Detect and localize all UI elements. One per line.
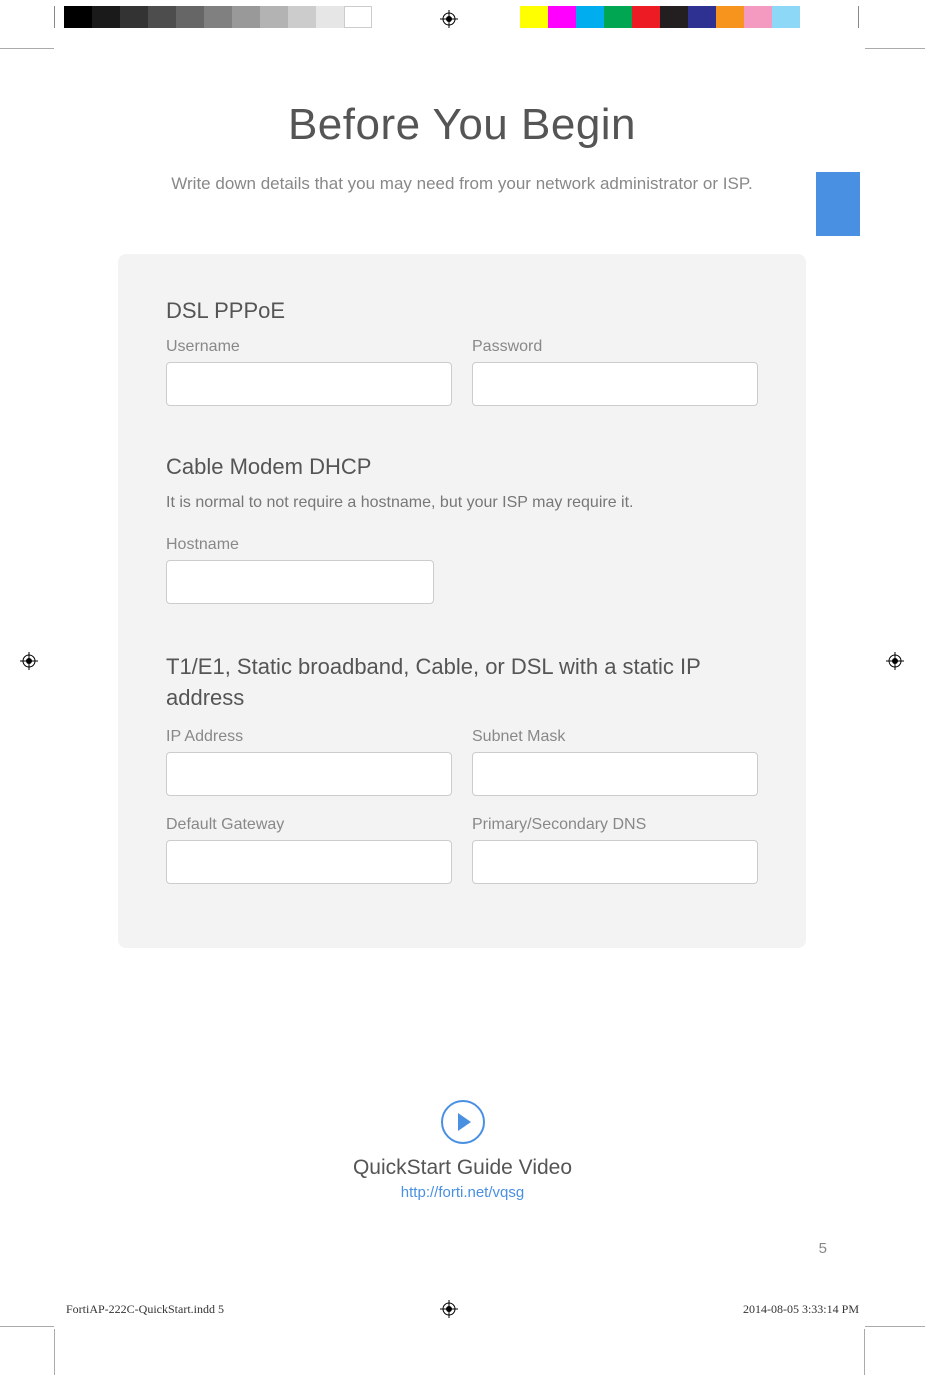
crop-line xyxy=(864,1329,865,1375)
section-heading-dhcp: Cable Modem DHCP xyxy=(166,454,758,480)
crop-line xyxy=(865,1326,925,1327)
registration-mark-icon xyxy=(440,10,458,28)
subnet-mask-field[interactable] xyxy=(472,752,758,796)
video-link[interactable]: http://forti.net/vqsg xyxy=(401,1184,524,1201)
username-field[interactable] xyxy=(166,362,452,406)
form-card: DSL PPPoE Username Password Cable Modem … xyxy=(118,254,806,948)
default-gateway-label: Default Gateway xyxy=(166,816,452,834)
crop-line xyxy=(54,1329,55,1375)
registration-mark-icon xyxy=(20,652,38,670)
page-number: 5 xyxy=(819,1240,827,1257)
username-label: Username xyxy=(166,338,452,356)
page-subtitle: Write down details that you may need fro… xyxy=(118,174,806,194)
crop-tick xyxy=(54,6,55,28)
printer-color-bar xyxy=(0,6,925,28)
subnet-mask-label: Subnet Mask xyxy=(472,728,758,746)
section-heading-static: T1/E1, Static broadband, Cable, or DSL w… xyxy=(166,652,758,714)
ip-address-label: IP Address xyxy=(166,728,452,746)
footer-slug: FortiAP-222C-QuickStart.indd 5 xyxy=(66,1302,224,1317)
registration-mark-icon xyxy=(886,652,904,670)
hostname-label: Hostname xyxy=(166,536,434,554)
dns-label: Primary/Secondary DNS xyxy=(472,816,758,834)
registration-mark-icon xyxy=(440,1300,458,1318)
password-field[interactable] xyxy=(472,362,758,406)
dns-field[interactable] xyxy=(472,840,758,884)
section-heading-dsl: DSL PPPoE xyxy=(166,298,758,324)
play-icon[interactable] xyxy=(441,1100,485,1144)
color-swatches xyxy=(520,6,800,28)
crop-line xyxy=(865,48,925,49)
video-block: QuickStart Guide Video http://forti.net/… xyxy=(0,1100,925,1202)
password-label: Password xyxy=(472,338,758,356)
gray-swatches xyxy=(64,6,372,28)
dhcp-note: It is normal to not require a hostname, … xyxy=(166,494,758,512)
crop-line xyxy=(0,1326,54,1327)
ip-address-field[interactable] xyxy=(166,752,452,796)
page-content: Before You Begin Write down details that… xyxy=(118,100,806,948)
crop-line xyxy=(0,48,54,49)
video-title: QuickStart Guide Video xyxy=(0,1156,925,1180)
crop-tick xyxy=(858,6,859,28)
default-gateway-field[interactable] xyxy=(166,840,452,884)
page-title: Before You Begin xyxy=(118,100,806,150)
hostname-field[interactable] xyxy=(166,560,434,604)
section-tab xyxy=(816,172,860,236)
footer-date: 2014-08-05 3:33:14 PM xyxy=(743,1302,859,1317)
